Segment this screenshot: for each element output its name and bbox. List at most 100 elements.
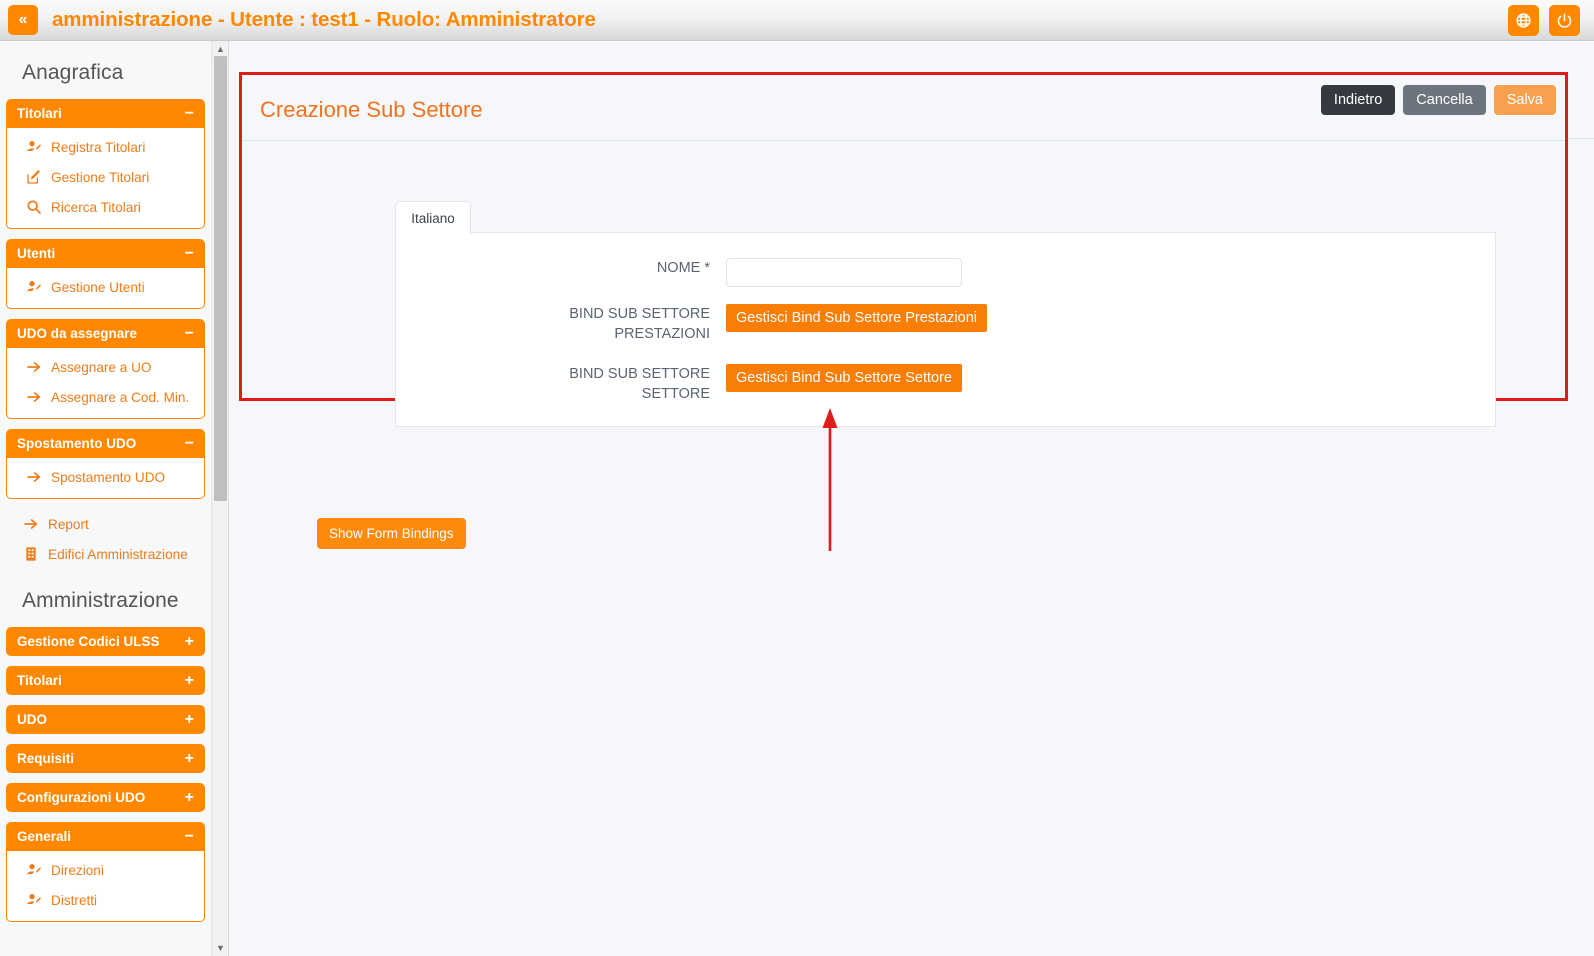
sidebar-item-label: Spostamento UDO (51, 469, 166, 485)
sidebar-group-label: Titolari (17, 106, 62, 121)
sidebar-content: Anagrafica Titolari − Registra Titolari Gest… (0, 41, 211, 922)
language-tab-italiano[interactable]: Italiano (395, 201, 471, 235)
scroll-down-arrow-icon[interactable]: ▼ (212, 940, 229, 956)
form-field-control (726, 258, 1495, 287)
sidebar-item-registra-titolari[interactable]: Registra Titolari (7, 132, 204, 162)
page-title: Creazione Sub Settore (260, 97, 483, 122)
sidebar-section-heading: Amministrazione (22, 589, 179, 612)
expand-plus-icon[interactable]: + (185, 633, 194, 650)
form-panel-highlight: Creazione Sub Settore Indietro Cancella Sa… (239, 72, 1568, 427)
panel-header: Creazione Sub Settore Indietro Cancella Sa… (242, 75, 1565, 141)
sidebar-group-header-titolari[interactable]: Titolari − (6, 99, 205, 128)
topbar-actions (1508, 4, 1580, 36)
arrow-right-icon (25, 469, 42, 485)
sidebar-group-header-configurazioni-udo[interactable]: Configurazioni UDO + (6, 783, 205, 812)
sidebar-item-label: Ricerca Titolari (51, 199, 141, 215)
arrow-right-icon (25, 389, 42, 405)
user-add-icon (25, 139, 42, 155)
user-add-icon (25, 862, 42, 878)
sidebar-group: UDO + (6, 705, 205, 734)
sidebar-group-header-udo-da-assegnare[interactable]: UDO da assegnare − (6, 319, 205, 348)
sidebar-item-label: Registra Titolari (51, 139, 146, 155)
expand-plus-icon[interactable]: + (185, 711, 194, 728)
form-field-label: NOME * (656, 260, 710, 276)
collapse-minus-icon[interactable]: − (185, 435, 194, 452)
sidebar-scrollbar[interactable]: ▲ ▼ (211, 41, 228, 956)
form-field-control: Gestisci Bind Sub Settore Prestazioni (726, 304, 1495, 332)
sidebar-item-gestione-titolari[interactable]: Gestione Titolari (7, 162, 204, 192)
sidebar-group-label: Spostamento UDO (17, 436, 137, 451)
sidebar-item-ricerca-titolari[interactable]: Ricerca Titolari (7, 192, 204, 222)
nome-input[interactable] (726, 258, 962, 287)
expand-plus-icon[interactable]: + (185, 672, 194, 689)
collapse-minus-icon[interactable]: − (185, 245, 194, 262)
sidebar-group-header-utenti[interactable]: Utenti − (6, 239, 205, 268)
sidebar-item-gestione-utenti[interactable]: Gestione Utenti (7, 272, 204, 302)
sidebar-item-assegnare-a-cod-min[interactable]: Assegnare a Cod. Min. (7, 382, 204, 412)
sidebar-group-body: Assegnare a UO Assegnare a Cod. Min. (6, 348, 205, 419)
sidebar-group: Titolari − Registra Titolari Gestione Titol… (6, 99, 205, 229)
edit-square-icon (25, 169, 42, 185)
sidebar-group-header-requisiti[interactable]: Requisiti + (6, 744, 205, 773)
power-icon[interactable] (1549, 4, 1580, 36)
sidebar-item-spostamento-udo[interactable]: Spostamento UDO (7, 462, 204, 492)
sidebar-group-label: Generali (17, 829, 72, 844)
top-header-bar: « amministrazione - Utente : test1 - Ruo… (0, 0, 1594, 41)
scrollbar-thumb[interactable] (214, 56, 227, 501)
expand-plus-icon[interactable]: + (185, 789, 194, 806)
sidebar-group: Titolari + (6, 666, 205, 695)
sidebar-group-label: UDO da assegnare (17, 326, 138, 341)
form-field-control: Gestisci Bind Sub Settore Settore (726, 364, 1495, 392)
sidebar-item-label: Assegnare a UO (51, 359, 152, 375)
sidebar-group-body: Direzioni Distretti (6, 851, 205, 922)
sidebar-group-label: Titolari (17, 673, 62, 688)
sidebar-group: UDO da assegnare − Assegnare a UO Assegnare… (6, 319, 205, 419)
globe-icon[interactable] (1508, 4, 1539, 36)
arrow-right-icon (22, 516, 39, 532)
search-icon (25, 199, 42, 215)
sidebar-group-header-titolari[interactable]: Titolari + (6, 666, 205, 695)
sidebar-item-assegnare-a-uo[interactable]: Assegnare a UO (7, 352, 204, 382)
form-card: NOME * BIND SUB SETTORE PRESTAZIONI Gestis… (395, 232, 1496, 427)
form-row: BIND SUB SETTORE PRESTAZIONI Gestisci Bin… (396, 304, 1495, 344)
cancel-button[interactable]: Cancella (1403, 85, 1486, 115)
collapse-minus-icon[interactable]: − (185, 325, 194, 342)
main-content: Creazione Sub Settore Indietro Cancella Sa… (229, 41, 1594, 956)
user-add-icon (25, 892, 42, 908)
arrow-right-icon (25, 359, 42, 375)
manage-bind-button[interactable]: Gestisci Bind Sub Settore Settore (726, 364, 962, 392)
scroll-up-arrow-icon[interactable]: ▲ (212, 41, 229, 57)
save-button[interactable]: Salva (1493, 85, 1556, 115)
collapse-minus-icon[interactable]: − (185, 105, 194, 122)
sidebar: Anagrafica Titolari − Registra Titolari Gest… (0, 41, 211, 956)
sidebar-group-header-gestione-codici-ulss[interactable]: Gestione Codici ULSS + (6, 627, 205, 656)
sidebar-group: Spostamento UDO − Spostamento UDO (6, 429, 205, 499)
sidebar-group: Configurazioni UDO + (6, 783, 205, 812)
sidebar-group-body: Gestione Utenti (6, 268, 205, 309)
show-form-bindings-button[interactable]: Show Form Bindings (317, 518, 466, 549)
sidebar-item-edifici-amministrazione[interactable]: Edifici Amministrazione (6, 539, 205, 569)
sidebar-item-label: Edifici Amministrazione (48, 546, 188, 562)
sidebar-item-report[interactable]: Report (6, 509, 205, 539)
expand-plus-icon[interactable]: + (185, 750, 194, 767)
form-field-label: BIND SUB SETTORE SETTORE (569, 366, 710, 402)
sidebar-group-label: Requisiti (17, 751, 75, 766)
sidebar-group: Requisiti + (6, 744, 205, 773)
sidebar-group-header-udo[interactable]: UDO + (6, 705, 205, 734)
collapse-minus-icon[interactable]: − (185, 828, 194, 845)
sidebar-collapse-icon[interactable]: « (8, 5, 38, 35)
sidebar-group-header-generali[interactable]: Generali − (6, 822, 205, 851)
sidebar-group-header-spostamento-udo[interactable]: Spostamento UDO − (6, 429, 205, 458)
user-add-icon (25, 279, 42, 295)
form-field-label: BIND SUB SETTORE PRESTAZIONI (569, 306, 710, 342)
sidebar-item-distretti[interactable]: Distretti (7, 885, 204, 915)
back-button[interactable]: Indietro (1320, 85, 1396, 115)
sidebar-section-heading: Anagrafica (22, 61, 124, 84)
sidebar-group-label: UDO (17, 712, 47, 727)
header-divider-extension (1567, 138, 1594, 139)
sidebar-group-body: Registra Titolari Gestione Titolari Ricerc… (6, 128, 205, 229)
sidebar-item-direzioni[interactable]: Direzioni (7, 855, 204, 885)
sidebar-group-body: Spostamento UDO (6, 458, 205, 499)
manage-bind-button[interactable]: Gestisci Bind Sub Settore Prestazioni (726, 304, 987, 332)
sidebar-item-label: Report (48, 516, 89, 532)
